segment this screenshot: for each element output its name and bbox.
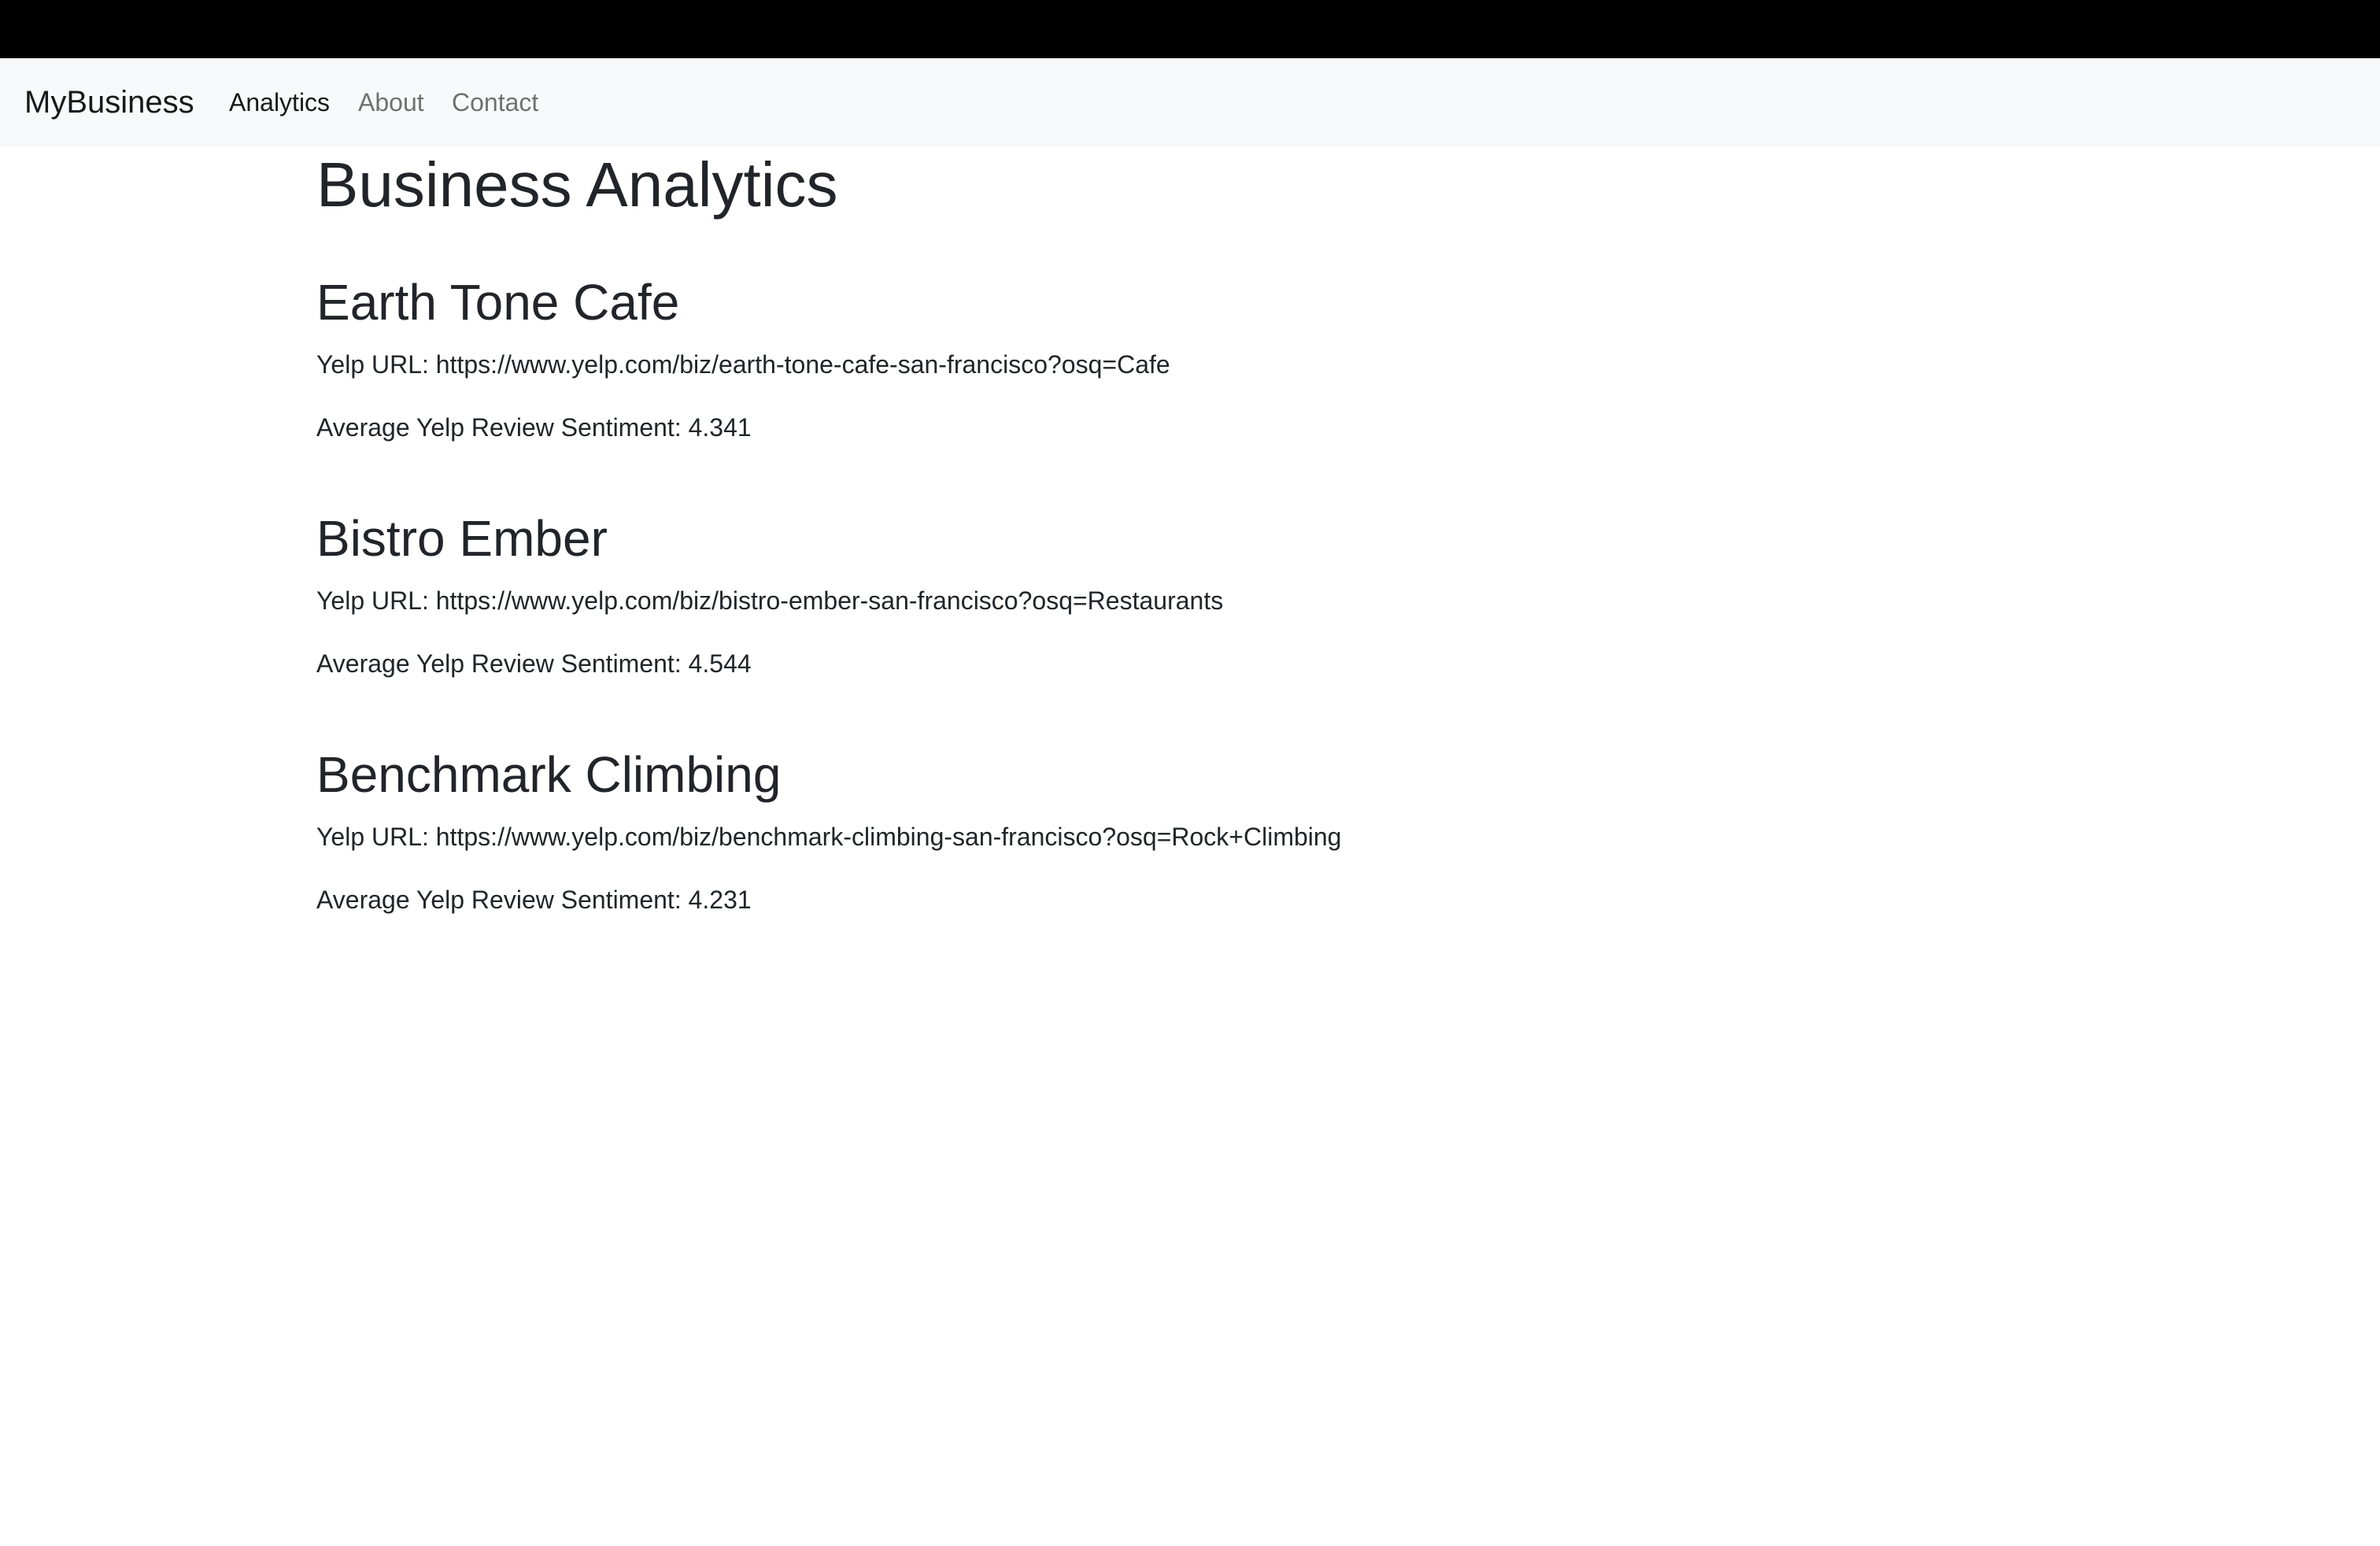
- top-black-bar: [0, 0, 2380, 58]
- navbar: MyBusiness Analytics About Contact: [0, 58, 2380, 146]
- nav-link-contact[interactable]: Contact: [452, 86, 538, 119]
- brand-link[interactable]: MyBusiness: [24, 82, 194, 123]
- nav-link-about[interactable]: About: [358, 86, 424, 119]
- sentiment-text: Average Yelp Review Sentiment: 4.544: [316, 649, 752, 678]
- yelp-url-text: Yelp URL: https://www.yelp.com/biz/earth…: [316, 350, 1170, 379]
- business-name: Earth Tone Cafe: [316, 274, 680, 331]
- business-name: Benchmark Climbing: [316, 746, 782, 803]
- business-name: Bistro Ember: [316, 510, 608, 567]
- sentiment-text: Average Yelp Review Sentiment: 4.341: [316, 413, 752, 442]
- yelp-url-text: Yelp URL: https://www.yelp.com/biz/bistr…: [316, 586, 1224, 615]
- sentiment-text: Average Yelp Review Sentiment: 4.231: [316, 886, 752, 914]
- page-title: Business Analytics: [316, 150, 838, 220]
- nav-link-analytics[interactable]: Analytics: [229, 86, 330, 119]
- yelp-url-text: Yelp URL: https://www.yelp.com/biz/bench…: [316, 823, 1342, 851]
